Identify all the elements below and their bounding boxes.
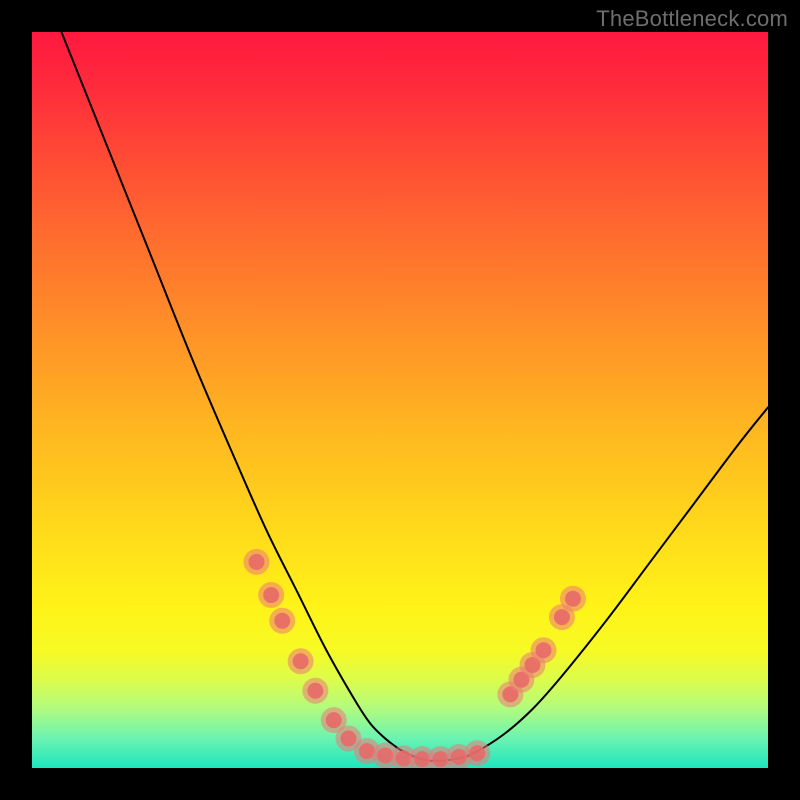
marker-dot — [307, 683, 323, 699]
plot-area — [32, 32, 768, 768]
marker-dot — [326, 712, 342, 728]
left-curve — [61, 32, 444, 761]
marker-dot — [340, 731, 356, 747]
marker-dot — [554, 609, 570, 625]
marker-dot — [293, 653, 309, 669]
marker-dot — [469, 745, 485, 761]
right-curve — [444, 407, 768, 760]
marker-dot — [565, 591, 581, 607]
marker-dot — [274, 613, 290, 629]
line-series — [61, 32, 768, 761]
marker-dot — [536, 642, 552, 658]
marker-dot — [248, 554, 264, 570]
marker-dot — [263, 587, 279, 603]
chart-stage: TheBottleneck.com — [0, 0, 800, 800]
marker-dot — [377, 747, 393, 763]
watermark-text: TheBottleneck.com — [596, 6, 788, 32]
marker-layer — [243, 549, 585, 768]
curves-layer — [32, 32, 768, 768]
